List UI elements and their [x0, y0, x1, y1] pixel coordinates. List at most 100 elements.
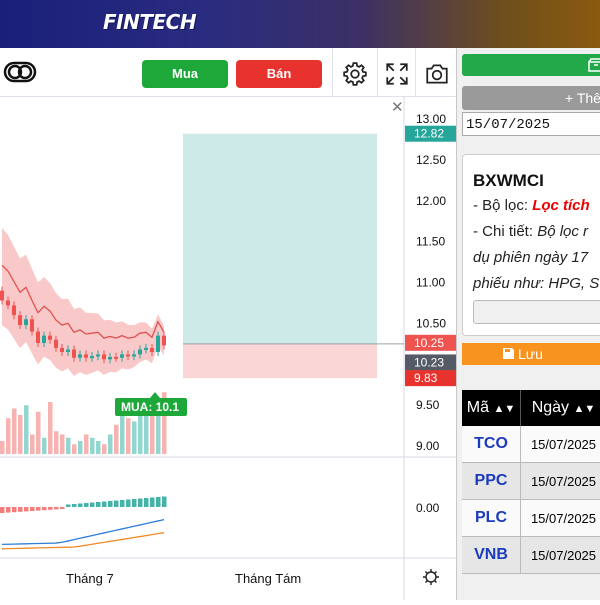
y-tick-label: 13.00 — [416, 112, 446, 126]
candle[interactable] — [78, 354, 82, 357]
candle[interactable] — [120, 354, 124, 357]
indicator-bar — [84, 503, 89, 507]
volume-bar — [48, 402, 53, 454]
candle[interactable] — [54, 340, 58, 348]
row-code[interactable]: VNB — [462, 537, 521, 574]
save-label: Lưu — [518, 346, 543, 362]
candle[interactable] — [114, 357, 118, 359]
loss-zone[interactable] — [183, 344, 377, 378]
candle[interactable] — [48, 336, 52, 340]
app-logo: FINTECH — [103, 10, 196, 34]
right-panel: + Thê 15/07/2025 BXWMCI - Bộ lọc: Lọc tí… — [456, 48, 600, 600]
candle[interactable] — [84, 354, 88, 357]
card-detail-line: - Chi tiết: Bộ lọc r — [473, 223, 588, 240]
candle[interactable] — [6, 300, 10, 305]
candle[interactable] — [138, 350, 142, 355]
camera-icon[interactable] — [424, 61, 450, 87]
filter-card: BXWMCI - Bộ lọc: Lọc tích - Chi tiết: Bộ… — [462, 154, 600, 336]
sort-icon: ▲▼ — [493, 403, 515, 415]
row-date: 15/07/2025 — [521, 463, 600, 500]
indicator-bar — [90, 503, 95, 508]
candle[interactable] — [66, 350, 70, 352]
open-filter-button[interactable] — [462, 54, 600, 76]
row-code[interactable]: PLC — [462, 500, 521, 537]
candle[interactable] — [72, 350, 76, 358]
price-chart[interactable]: MUA: 10.1✕13.0012.5012.0011.5011.0010.50… — [0, 96, 456, 600]
table-row[interactable]: TCO15/07/2025 — [462, 426, 600, 463]
candle[interactable] — [0, 291, 4, 301]
table-header: Mã ▲▼ Ngày ▲▼ — [462, 390, 600, 426]
row-code[interactable]: TCO — [462, 426, 521, 463]
candle[interactable] — [24, 319, 28, 325]
indicator-bar — [120, 500, 125, 507]
candle[interactable] — [42, 336, 46, 343]
volume-bar — [114, 425, 119, 454]
indicator-bar — [78, 504, 83, 508]
candle[interactable] — [108, 357, 112, 359]
indicator-bar — [144, 498, 149, 507]
candle[interactable] — [162, 336, 166, 346]
gear-icon[interactable] — [342, 61, 368, 87]
chart-toolbar: Mua Bán — [0, 48, 456, 97]
candle[interactable] — [36, 332, 40, 343]
x-tick-label: Tháng 7 — [66, 571, 114, 586]
indicator-bar — [66, 505, 71, 508]
indicator-bar — [0, 507, 5, 513]
candle[interactable] — [18, 315, 22, 325]
volume-bar — [30, 435, 35, 455]
box-icon — [588, 58, 600, 72]
col-header-date[interactable]: Ngày ▲▼ — [521, 390, 600, 426]
compare-icon[interactable] — [3, 59, 37, 85]
volume-bar — [24, 405, 29, 454]
y-tick-label: 11.00 — [416, 276, 445, 290]
buy-button[interactable]: Mua — [142, 60, 228, 88]
y-tick-label: 9.00 — [416, 439, 440, 453]
candle[interactable] — [12, 305, 16, 315]
candle[interactable] — [156, 336, 160, 352]
indicator-bar — [138, 499, 143, 508]
volume-bar — [78, 441, 83, 454]
buy-marker-arrow — [150, 392, 160, 398]
filter-value: Lọc tích — [532, 197, 590, 214]
sell-button[interactable]: Bán — [236, 60, 322, 88]
card-filter-line: - Bộ lọc: Lọc tích — [473, 197, 590, 214]
volume-bar — [36, 412, 41, 454]
toolbar-divider — [415, 48, 416, 96]
candle[interactable] — [102, 354, 106, 359]
indicator-bar — [12, 507, 17, 512]
chart-area[interactable]: MUA: 10.1✕13.0012.5012.0011.5011.0010.50… — [0, 96, 456, 600]
volume-bar — [72, 444, 77, 454]
date-field[interactable]: 15/07/2025 — [462, 112, 600, 136]
candle[interactable] — [132, 354, 136, 356]
close-icon: ✕ — [391, 99, 404, 116]
indicator-line-fast — [2, 520, 164, 545]
table-row[interactable]: VNB15/07/2025 — [462, 537, 600, 574]
indicator-bar — [18, 507, 23, 512]
y-tick-label: 10.50 — [416, 316, 446, 330]
filter-label: - Bộ lọc: — [473, 197, 532, 214]
candle[interactable] — [126, 354, 130, 356]
fullscreen-icon[interactable] — [384, 61, 410, 87]
candle[interactable] — [60, 348, 64, 352]
candle[interactable] — [90, 356, 94, 358]
add-filter-button[interactable]: + Thê — [462, 86, 600, 110]
candle[interactable] — [144, 348, 148, 350]
candle[interactable] — [30, 319, 34, 331]
toolbar-divider — [377, 48, 378, 96]
row-date: 15/07/2025 — [521, 426, 600, 463]
row-code[interactable]: PPC — [462, 463, 521, 500]
indicator-tick-label: 0.00 — [416, 501, 440, 515]
candle[interactable] — [96, 354, 100, 356]
candle[interactable] — [150, 348, 154, 352]
save-button[interactable]: Lưu — [462, 343, 600, 365]
col-header-code[interactable]: Mã ▲▼ — [462, 390, 521, 426]
x-tick-label: Tháng Tám — [235, 571, 301, 586]
top-banner: FINTECH — [0, 0, 600, 48]
profit-zone[interactable] — [183, 134, 377, 344]
card-action-button[interactable] — [473, 300, 600, 324]
table-row[interactable]: PPC15/07/2025 — [462, 463, 600, 500]
indicator-bar — [6, 507, 11, 513]
table-row[interactable]: PLC15/07/2025 — [462, 500, 600, 537]
volume-bar — [12, 409, 17, 455]
card-detail-line-3: phiếu như: HPG, S — [473, 275, 599, 292]
